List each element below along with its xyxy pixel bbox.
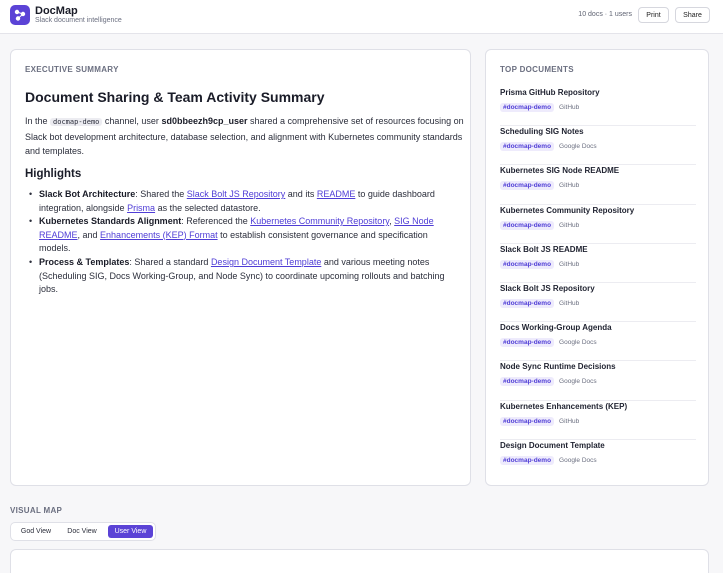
source-label: Google Docs xyxy=(559,456,597,464)
source-label: GitHub xyxy=(559,260,580,268)
channel-code: docmap-demo xyxy=(50,118,103,126)
intro-text: In the xyxy=(25,116,51,126)
document-title[interactable]: Slack Bolt JS README xyxy=(500,245,696,256)
app-name: DocMap xyxy=(35,5,78,17)
channel-badge: #docmap-demo xyxy=(500,142,555,152)
design-doc-template-link[interactable]: Design Document Template xyxy=(211,257,321,267)
source-label: GitHub xyxy=(559,299,580,307)
highlight-text: , and xyxy=(77,229,101,240)
document-title[interactable]: Kubernetes Enhancements (KEP) xyxy=(500,402,696,413)
tab-god-view[interactable]: God View xyxy=(15,525,57,538)
source-label: Google Docs xyxy=(559,378,597,386)
source-label: Google Docs xyxy=(559,143,597,151)
visual-map-canvas[interactable] xyxy=(10,549,709,573)
highlight-text: as the selected datastore. xyxy=(155,202,261,213)
highlight-text: : Referenced the xyxy=(181,216,251,226)
channel-badge: #docmap-demo xyxy=(500,103,555,112)
network-icon[interactable] xyxy=(10,5,30,25)
channel-badge: #docmap-demo xyxy=(500,181,555,191)
highlights-list: Slack Bot Architecture: Shared the Slack… xyxy=(29,188,459,297)
top-documents-label: TOP DOCUMENTS xyxy=(500,65,574,74)
highlight-label: Slack Bot Architecture xyxy=(39,189,136,199)
document-title[interactable]: Slack Bolt JS Repository xyxy=(500,284,696,295)
kep-format-link[interactable]: Enhancements (KEP) Format xyxy=(100,230,218,240)
channel-badge: #docmap-demo xyxy=(500,338,555,348)
highlight-label: Kubernetes Standards Alignment xyxy=(39,216,182,226)
list-item[interactable]: Kubernetes SIG Node README #docmap-demo G… xyxy=(500,165,696,205)
highlight-label: Process & Templates xyxy=(39,257,130,267)
executive-summary-panel: EXECUTIVE SUMMARY Document Sharing & Tea… xyxy=(10,49,471,486)
channel-badge: #docmap-demo xyxy=(500,220,555,230)
channel-badge: #docmap-demo xyxy=(500,377,555,387)
highlight-text: and its xyxy=(285,189,317,199)
document-title[interactable]: Docs Working-Group Agenda xyxy=(500,323,696,334)
list-item[interactable]: Node Sync Runtime Decisions #docmap-demo… xyxy=(500,361,696,401)
document-title[interactable]: Kubernetes Community Repository xyxy=(500,206,696,217)
list-item[interactable]: Prisma GitHub Repository #docmap-demo Git… xyxy=(500,87,696,127)
source-label: GitHub xyxy=(559,182,580,190)
tab-doc-view[interactable]: Doc View xyxy=(61,525,103,538)
document-list: Prisma GitHub Repository #docmap-demo Git… xyxy=(500,87,696,479)
channel-badge: #docmap-demo xyxy=(500,298,555,308)
document-title[interactable]: Kubernetes SIG Node README xyxy=(500,166,696,177)
list-item[interactable]: Kubernetes Enhancements (KEP) #docmap-de… xyxy=(500,401,696,440)
summary-title: Document Sharing & Team Activity Summary xyxy=(25,89,325,105)
visual-map-label: VISUAL MAP xyxy=(10,506,63,515)
view-tabs: God View Doc View User View xyxy=(10,522,156,541)
highlights-heading: Highlights xyxy=(25,168,82,180)
highlight-item: Kubernetes Standards Alignment: Referenc… xyxy=(29,215,459,256)
top-documents-panel: TOP DOCUMENTS Prisma GitHub Repository #… xyxy=(485,49,709,486)
share-button[interactable]: Share xyxy=(675,7,710,23)
user-name: sd0bbeezh9cp_user xyxy=(161,116,248,126)
prisma-link[interactable]: Prisma xyxy=(127,203,155,213)
source-label: GitHub xyxy=(559,417,580,425)
tab-user-view[interactable]: User View xyxy=(108,525,153,538)
stats-text: 10 docs · 1 users xyxy=(578,11,632,18)
channel-badge: #docmap-demo xyxy=(500,416,555,426)
document-title[interactable]: Design Document Template xyxy=(500,441,696,452)
executive-summary-label: EXECUTIVE SUMMARY xyxy=(25,65,119,74)
document-title[interactable]: Scheduling SIG Notes xyxy=(500,127,696,138)
highlight-text: : Shared a standard xyxy=(129,257,211,267)
list-item[interactable]: Docs Working-Group Agenda #docmap-demo Go… xyxy=(500,322,696,362)
print-button[interactable]: Print xyxy=(638,7,669,23)
source-label: GitHub xyxy=(559,104,580,111)
kubernetes-community-link[interactable]: Kubernetes Community Repository xyxy=(250,216,389,226)
top-bar: DocMap Slack document intelligence 10 do… xyxy=(0,0,723,34)
source-label: GitHub xyxy=(559,221,580,229)
highlight-item: Process & Templates: Shared a standard D… xyxy=(29,256,459,297)
document-title[interactable]: Prisma GitHub Repository xyxy=(500,88,696,99)
list-item[interactable]: Slack Bolt JS Repository #docmap-demo Git… xyxy=(500,283,696,323)
highlight-text: : Shared the xyxy=(135,189,187,199)
list-item[interactable]: Design Document Template #docmap-demo Goo… xyxy=(500,440,696,479)
intro-text: channel, user xyxy=(102,116,162,126)
channel-badge: #docmap-demo xyxy=(500,259,555,269)
summary-intro: In the docmap-demo channel, user sd0bbee… xyxy=(25,114,465,159)
slack-bolt-repo-link[interactable]: Slack Bolt JS Repository xyxy=(187,189,286,199)
document-title[interactable]: Node Sync Runtime Decisions xyxy=(500,362,696,373)
readme-link[interactable]: README xyxy=(317,189,356,199)
source-label: Google Docs xyxy=(559,339,597,347)
app-tagline: Slack document intelligence xyxy=(35,17,122,24)
list-item[interactable]: Kubernetes Community Repository #docmap-… xyxy=(500,205,696,244)
list-item[interactable]: Scheduling SIG Notes #docmap-demo Google … xyxy=(500,126,696,166)
list-item[interactable]: Slack Bolt JS README #docmap-demo GitHub xyxy=(500,244,696,283)
channel-badge: #docmap-demo xyxy=(500,455,555,465)
